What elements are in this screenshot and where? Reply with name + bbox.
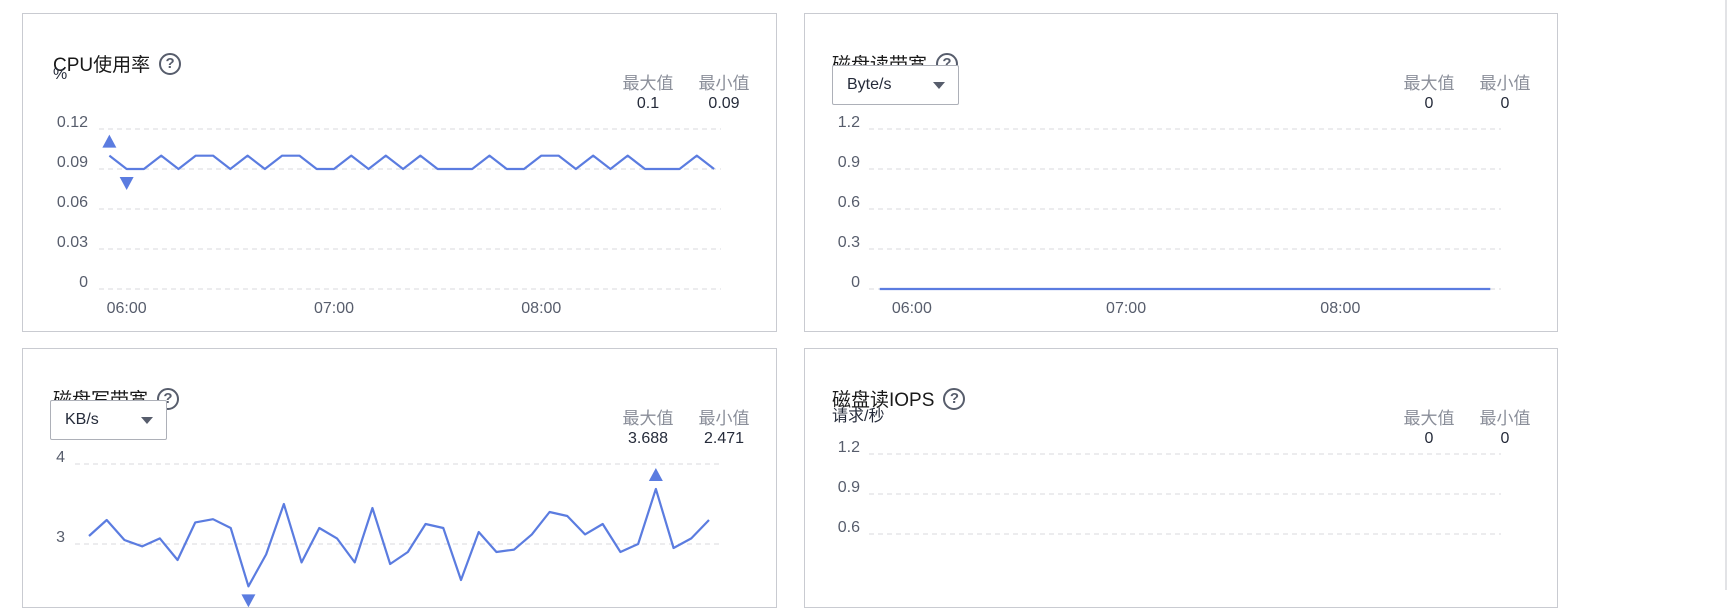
y-tick-label: 4 [56,449,65,466]
x-tick-label: 08:00 [1320,300,1360,317]
y-tick-label: 0.03 [57,234,88,251]
y-tick-label: 0.06 [57,194,88,211]
y-tick-label: 0 [79,274,88,291]
disk-read-bandwidth-panel: 磁盘读带宽 ? Byte/s 最大值 0 最小值 0 00.30.60.91.2… [804,13,1558,332]
y-tick-label: 0.6 [838,519,860,536]
disk-read-iops-panel: 磁盘读IOPS ? 请求/秒 最大值 0 最小值 0 0.6 0.9 1.2 [804,348,1558,608]
disk-write-bandwidth-panel: 磁盘写带宽 ? KB/s 最大值 3.688 最小值 2.471 234 [22,348,777,608]
y-tick-label: 0.6 [838,194,860,211]
y-tick-label: 0.09 [57,154,88,171]
x-tick-label: 06:00 [107,300,147,317]
x-tick-label: 07:00 [1106,300,1146,317]
x-tick-label: 07:00 [314,300,354,317]
y-tick-label: 3 [56,529,65,546]
y-tick-label: 1.2 [838,439,860,456]
y-tick-label: 0.12 [57,114,88,131]
y-tick-label: 0.9 [838,154,860,171]
x-tick-label: 08:00 [521,300,561,317]
disk-read-bandwidth-chart[interactable]: 0 0.3 0.6 0.9 1.2 06:00 07:00 08:00 [805,14,1558,332]
y-tick-label: 0 [851,274,860,291]
triangle-up-icon [102,134,117,148]
series-line [88,487,710,588]
y-tick-label: 0.3 [838,234,860,251]
triangle-down-icon [241,594,256,607]
cpu-usage-chart[interactable]: 0 0.03 0.06 0.09 0.12 06:00 07:00 08:00 [23,14,777,332]
disk-read-iops-chart[interactable]: 0.6 0.9 1.2 [805,349,1558,608]
triangle-up-icon [648,467,663,481]
series-line [108,154,715,171]
x-tick-label: 06:00 [892,300,932,317]
y-tick-label: 1.2 [838,114,860,131]
y-tick-label: 0.9 [838,479,860,496]
triangle-down-icon [119,177,134,190]
cpu-usage-panel: CPU使用率 ? % 最大值 0.1 最小值 0.09 0 0.03 0.06 0.0… [22,13,777,332]
disk-write-bandwidth-chart[interactable]: 234 [23,349,777,608]
